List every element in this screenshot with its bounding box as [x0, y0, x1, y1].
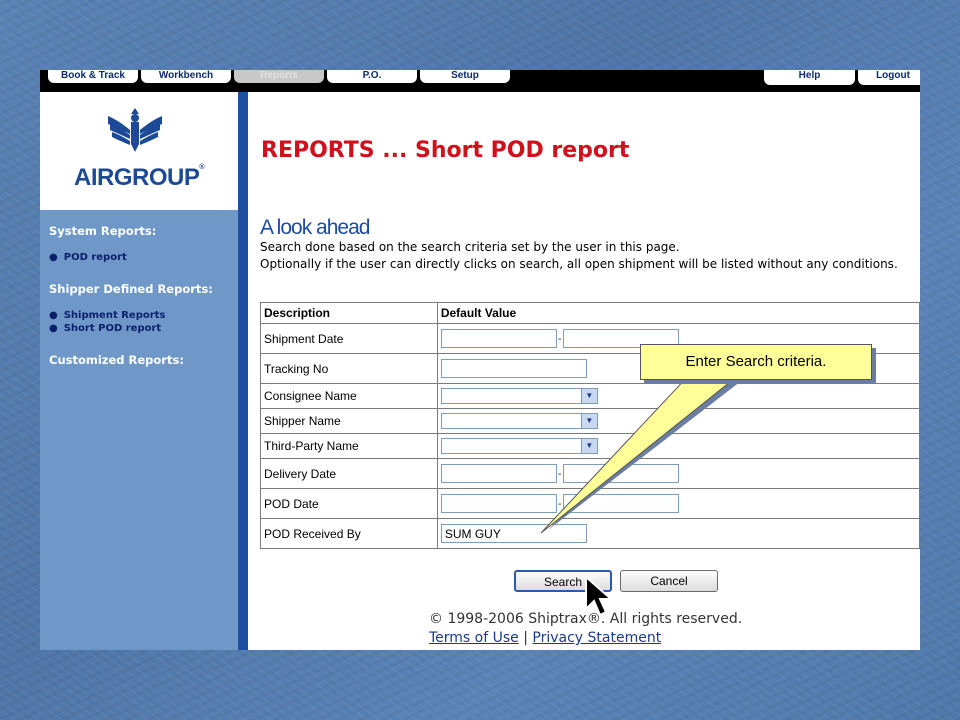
- row-label-shipper-name: Shipper Name: [260, 408, 438, 434]
- column-header-description: Description: [260, 302, 438, 324]
- consignee-name-select[interactable]: ▼: [440, 388, 598, 404]
- range-separator: -: [557, 468, 562, 480]
- row-label-delivery-date: Delivery Date: [260, 458, 438, 489]
- dropdown-arrow-icon: ▼: [580, 389, 597, 403]
- shipment-date-from-input[interactable]: [440, 329, 557, 348]
- sidebar-item-short-pod-report[interactable]: ● Short POD report: [49, 323, 161, 334]
- top-nav-bar: Book & Track Workbench Reports P.O. Setu…: [40, 70, 920, 92]
- copyright-text: © 1998-2006 Shiptrax®. All rights reserv…: [429, 611, 743, 627]
- description-line-1: Search done based on the search criteria…: [260, 240, 680, 254]
- shipper-name-select[interactable]: ▼: [440, 413, 598, 429]
- search-button[interactable]: Search: [514, 570, 612, 592]
- search-criteria-table: Description Default Value Shipment Date …: [260, 302, 920, 549]
- sidebar-item-pod-report[interactable]: ● POD report: [49, 252, 127, 263]
- cancel-button[interactable]: Cancel: [620, 570, 718, 592]
- row-label-tracking-no: Tracking No: [260, 353, 438, 384]
- row-label-pod-date: POD Date: [260, 488, 438, 519]
- row-label-consignee-name: Consignee Name: [260, 383, 438, 409]
- app-screenshot: Book & Track Workbench Reports P.O. Setu…: [40, 70, 920, 650]
- table-row: Shipment Date -: [260, 323, 920, 354]
- range-separator: -: [557, 333, 562, 345]
- tab-help[interactable]: Help: [764, 70, 855, 85]
- footer-links: Terms of Use | Privacy Statement: [429, 630, 661, 646]
- privacy-statement-link[interactable]: Privacy Statement: [532, 630, 661, 646]
- delivery-date-from-input[interactable]: [440, 464, 557, 483]
- logo-area: AIRGROUP®: [40, 92, 238, 210]
- page-title: REPORTS ... Short POD report: [261, 138, 630, 163]
- column-header-default-value: Default Value: [436, 302, 920, 324]
- dropdown-arrow-icon: ▼: [580, 439, 597, 453]
- table-row: Tracking No: [260, 353, 920, 384]
- pod-date-from-input[interactable]: [440, 494, 557, 513]
- pod-date-to-input[interactable]: [562, 494, 679, 513]
- table-row: Consignee Name ▼: [260, 383, 920, 409]
- row-label-third-party-name: Third-Party Name: [260, 433, 438, 459]
- logo-wordmark: AIRGROUP®: [73, 164, 204, 191]
- table-row: Shipper Name ▼: [260, 408, 920, 434]
- terms-of-use-link[interactable]: Terms of Use: [429, 630, 519, 646]
- sidebar-item-shipment-reports[interactable]: ● Shipment Reports: [49, 310, 165, 321]
- section-subtitle: A look ahead: [260, 216, 370, 239]
- tracking-no-input[interactable]: [440, 359, 587, 378]
- sidebar: System Reports: ● POD report Shipper Defi…: [40, 210, 238, 650]
- shipment-date-to-input[interactable]: [562, 329, 679, 348]
- range-separator: -: [557, 498, 562, 510]
- row-label-shipment-date: Shipment Date: [260, 323, 438, 354]
- sidebar-heading-customized: Customized Reports:: [49, 353, 184, 367]
- table-row: Third-Party Name ▼: [260, 433, 920, 459]
- eagle-logo-icon: [108, 108, 162, 152]
- description-line-2: Optionally if the user can directly clic…: [260, 257, 898, 271]
- tab-setup[interactable]: Setup: [420, 70, 510, 83]
- sidebar-heading-system: System Reports:: [49, 224, 157, 238]
- table-row: POD Received By SUM GUY: [260, 518, 920, 549]
- tab-reports[interactable]: Reports: [234, 70, 324, 83]
- tab-workbench[interactable]: Workbench: [141, 70, 231, 83]
- row-label-pod-received-by: POD Received By: [260, 518, 438, 549]
- delivery-date-to-input[interactable]: [562, 464, 679, 483]
- sidebar-divider: [238, 92, 248, 650]
- dropdown-arrow-icon: ▼: [580, 414, 597, 428]
- table-row: Delivery Date -: [260, 458, 920, 489]
- footer-separator: |: [523, 630, 528, 646]
- table-row: POD Date -: [260, 488, 920, 519]
- sidebar-heading-shipper: Shipper Defined Reports:: [49, 282, 213, 296]
- tab-po[interactable]: P.O.: [327, 70, 417, 83]
- pod-received-by-input[interactable]: SUM GUY: [440, 524, 587, 543]
- third-party-name-select[interactable]: ▼: [440, 438, 598, 454]
- tab-book-track[interactable]: Book & Track: [48, 70, 138, 83]
- tab-logout[interactable]: Logout: [858, 70, 920, 85]
